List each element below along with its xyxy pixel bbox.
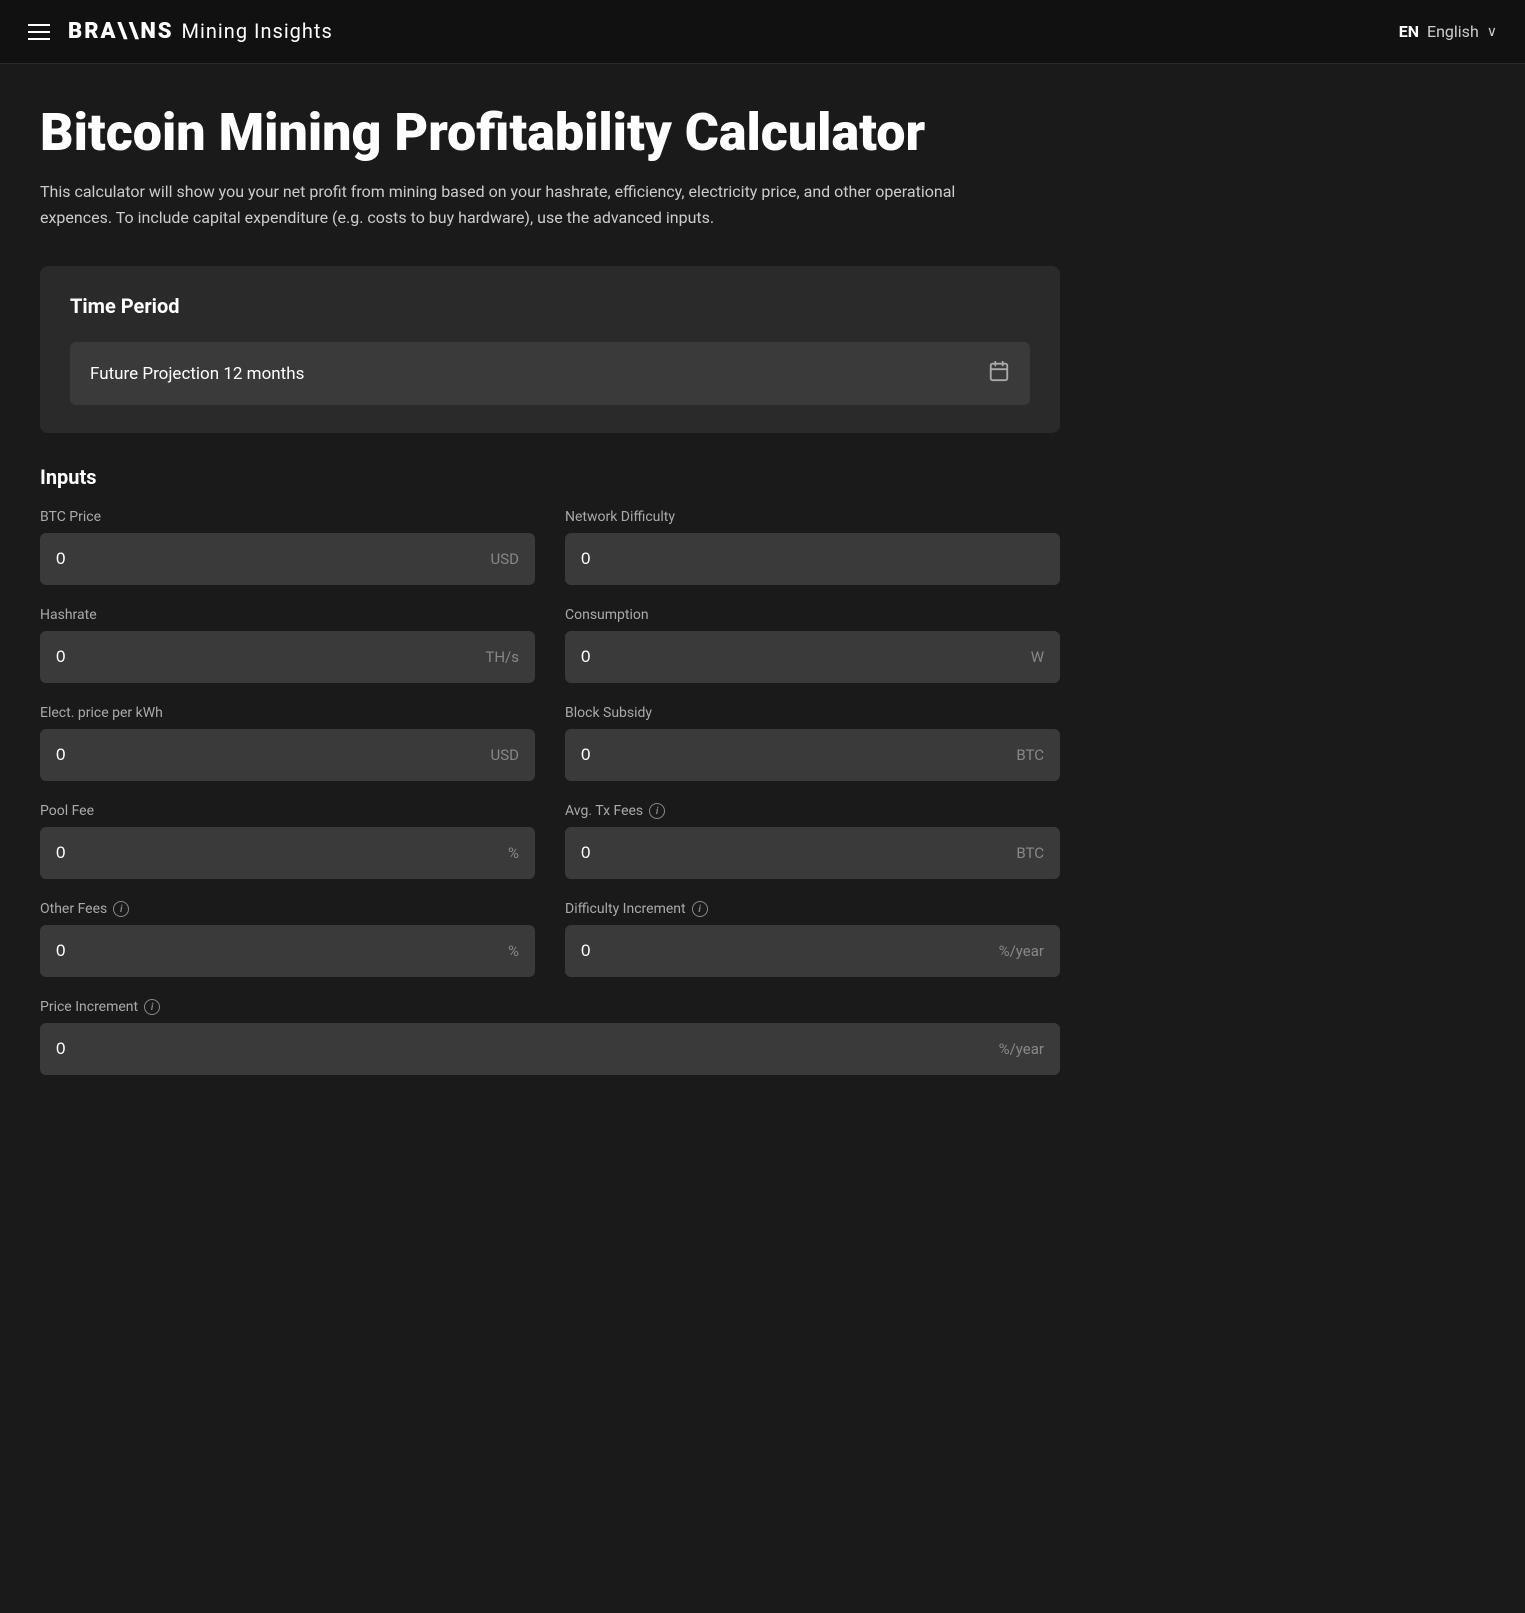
input-wrapper-difficulty-increment: %/year [565,925,1060,977]
unit-pool-fee: % [508,844,519,862]
time-period-label: Future Projection 12 months [90,364,304,384]
unit-difficulty-increment: %/year [999,942,1044,960]
unit-consumption: W [1031,648,1044,666]
label-other-fees: Other Feesi [40,901,535,917]
label-consumption: Consumption [565,607,1060,623]
input-network-difficulty[interactable] [581,549,1044,569]
logo: BRA\\NS Mining Insights [68,19,333,44]
unit-price-increment: %/year [999,1040,1044,1058]
input-wrapper-avg-tx-fees: BTC [565,827,1060,879]
input-group-btc-price: BTC Price USD [40,509,535,585]
input-wrapper-hashrate: TH/s [40,631,535,683]
info-icon-other-fees[interactable]: i [113,901,129,917]
input-group-pool-fee: Pool Fee% [40,803,535,879]
label-pool-fee: Pool Fee [40,803,535,819]
inputs-section: Inputs BTC Price USD Network Difficulty Has… [40,465,1060,1097]
label-block-subsidy: Block Subsidy [565,705,1060,721]
time-period-title: Time Period [70,294,1030,318]
info-icon-difficulty-increment[interactable]: i [692,901,708,917]
app-name: Mining Insights [182,19,333,43]
label-avg-tx-fees: Avg. Tx Feesi [565,803,1060,819]
page-title: Bitcoin Mining Profitability Calculator [40,104,1060,161]
input-price-increment[interactable] [56,1039,991,1059]
input-wrapper-btc-price: USD [40,533,535,585]
input-block-subsidy[interactable] [581,745,1008,765]
label-elect-price: Elect. price per kWh [40,705,535,721]
label-btc-price: BTC Price [40,509,535,525]
input-group-other-fees: Other Feesi% [40,901,535,977]
language-selector[interactable]: EN English ∨ [1399,22,1497,41]
navbar: BRA\\NS Mining Insights EN English ∨ [0,0,1525,64]
input-consumption[interactable] [581,647,1023,667]
input-elect-price[interactable] [56,745,483,765]
language-name: English [1427,22,1479,41]
input-group-hashrate: Hashrate TH/s [40,607,535,683]
input-wrapper-pool-fee: % [40,827,535,879]
main-content: Bitcoin Mining Profitability Calculator … [0,64,1100,1189]
hamburger-menu-icon[interactable] [28,24,50,40]
input-group-consumption: Consumption W [565,607,1060,683]
input-group-elect-price: Elect. price per kWh USD [40,705,535,781]
input-pool-fee[interactable] [56,843,500,863]
chevron-down-icon: ∨ [1487,24,1497,40]
input-group-block-subsidy: Block Subsidy BTC [565,705,1060,781]
label-difficulty-increment: Difficulty Incrementi [565,901,1060,917]
unit-other-fees: % [508,942,519,960]
info-icon-avg-tx-fees[interactable]: i [649,803,665,819]
inputs-grid: BTC Price USD Network Difficulty Hashrate TH… [40,509,1060,1097]
label-hashrate: Hashrate [40,607,535,623]
unit-btc-price: USD [491,550,519,568]
input-wrapper-elect-price: USD [40,729,535,781]
input-btc-price[interactable] [56,549,483,569]
time-period-section: Time Period Future Projection 12 months [40,266,1060,433]
inputs-title: Inputs [40,465,1060,489]
input-group-price-increment: Price Incrementi %/year [40,999,1060,1075]
input-group-avg-tx-fees: Avg. Tx Feesi BTC [565,803,1060,879]
info-icon-price-increment[interactable]: i [144,999,160,1015]
input-group-difficulty-increment: Difficulty Incrementi %/year [565,901,1060,977]
input-wrapper-block-subsidy: BTC [565,729,1060,781]
input-wrapper-network-difficulty [565,533,1060,585]
unit-elect-price: USD [491,746,519,764]
language-code: EN [1399,22,1419,41]
unit-avg-tx-fees: BTC [1016,844,1044,862]
unit-hashrate: TH/s [485,648,519,666]
input-wrapper-price-increment: %/year [40,1023,1060,1075]
calendar-icon [988,360,1010,387]
time-period-selector[interactable]: Future Projection 12 months [70,342,1030,405]
label-price-increment: Price Incrementi [40,999,1060,1015]
page-description: This calculator will show you your net p… [40,179,1000,230]
input-other-fees[interactable] [56,941,500,961]
input-wrapper-consumption: W [565,631,1060,683]
input-hashrate[interactable] [56,647,477,667]
input-difficulty-increment[interactable] [581,941,991,961]
navbar-left: BRA\\NS Mining Insights [28,19,333,44]
label-network-difficulty: Network Difficulty [565,509,1060,525]
input-wrapper-other-fees: % [40,925,535,977]
unit-block-subsidy: BTC [1016,746,1044,764]
brand-name: BRA\\NS [68,19,174,44]
input-avg-tx-fees[interactable] [581,843,1008,863]
input-group-network-difficulty: Network Difficulty [565,509,1060,585]
